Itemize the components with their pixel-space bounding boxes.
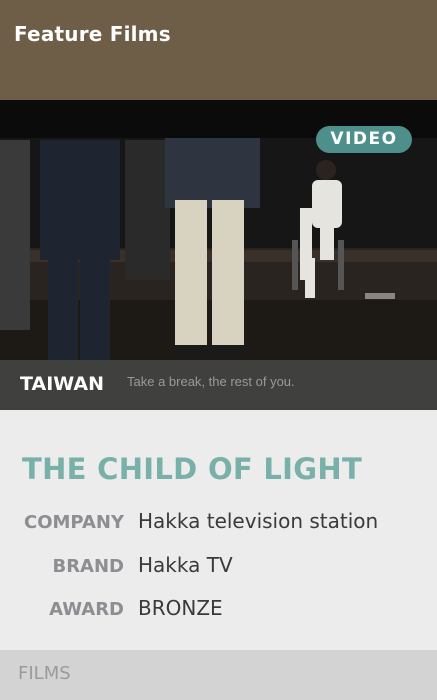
award-value: BRONZE: [138, 596, 223, 620]
films-section-label: FILMS: [18, 663, 71, 684]
award-label: AWARD: [49, 599, 124, 620]
app-header: Feature Films: [0, 0, 437, 100]
film-title: THE CHILD OF LIGHT: [22, 452, 363, 486]
brand-value: Hakka TV: [138, 553, 233, 577]
page-title: Feature Films: [14, 22, 171, 46]
company-value: Hakka television station: [138, 509, 379, 533]
company-label: COMPANY: [24, 512, 124, 533]
country-label: TAIWAN: [20, 373, 104, 395]
video-subtitle: Take a break, the rest of you.: [127, 374, 295, 389]
brand-label: BRAND: [52, 556, 124, 577]
video-badge[interactable]: VIDEO: [316, 126, 412, 153]
